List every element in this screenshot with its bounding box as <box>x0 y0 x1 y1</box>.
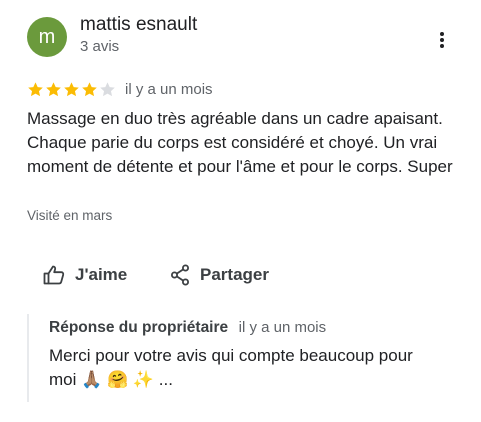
star-filled-icon <box>28 81 43 96</box>
author-name[interactable]: mattis esnault <box>80 14 197 36</box>
like-label: J'aime <box>75 265 128 284</box>
owner-reply-date: il y a un mois <box>238 319 327 336</box>
rating-row: il y a un mois <box>27 80 213 98</box>
owner-reply-text: Merci pour votre avis qui compte beaucou… <box>49 346 413 389</box>
owner-reply-label: Réponse du propriétaire <box>49 319 229 336</box>
review-text: Massage en duo très agréable dans un cad… <box>27 109 453 176</box>
more-options-button[interactable] <box>428 28 456 52</box>
star-filled-icon <box>46 81 61 96</box>
avatar[interactable]: m <box>27 17 67 57</box>
like-button[interactable]: J'aime <box>43 262 127 288</box>
more-vert-icon <box>440 32 444 48</box>
owner-reply-header: Réponse du propriétaire il y a un mois <box>49 319 326 337</box>
thumb-up-icon <box>43 265 65 285</box>
star-rating <box>27 81 117 98</box>
share-label: Partager <box>200 265 269 284</box>
owner-reply: Réponse du propriétaire il y a un mois M… <box>27 314 449 402</box>
star-empty-icon <box>100 81 115 96</box>
share-button[interactable]: Partager <box>170 262 269 288</box>
visit-date: Visité en mars <box>27 208 113 223</box>
review-date: il y a un mois <box>125 80 213 98</box>
star-filled-icon <box>64 81 79 96</box>
star-filled-icon <box>82 81 97 96</box>
share-icon <box>171 264 189 286</box>
author-review-count: 3 avis <box>80 38 120 55</box>
